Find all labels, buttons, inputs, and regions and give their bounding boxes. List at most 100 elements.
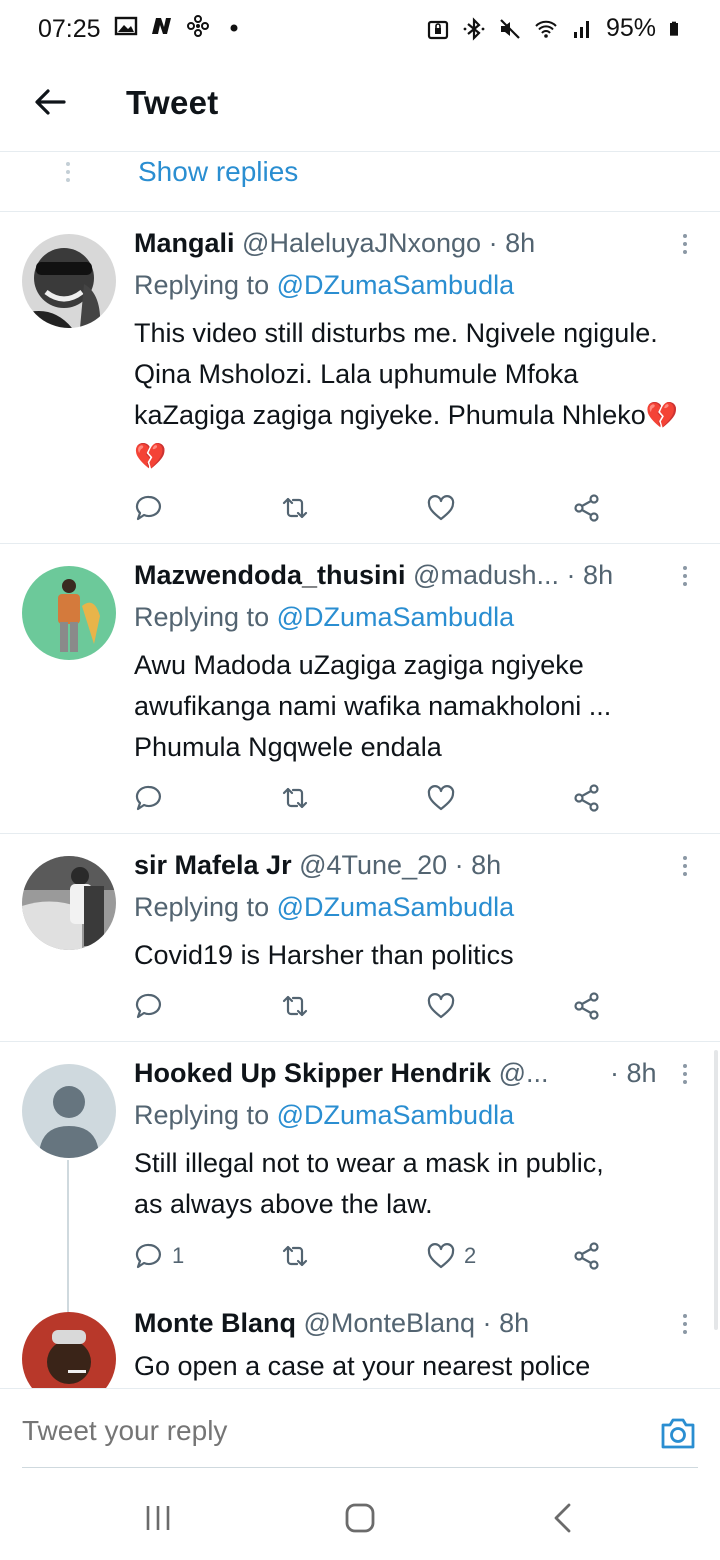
tweet-item[interactable]: Monte Blanq @MonteBlanq · 8h Go open a c… [0, 1292, 720, 1388]
avatar[interactable] [22, 1312, 116, 1388]
heart-icon [427, 495, 455, 521]
share-icon [574, 992, 599, 1020]
like-button[interactable] [426, 488, 464, 528]
reply-icon [135, 993, 161, 1019]
mention-link[interactable]: @DZumaSambudla [277, 1100, 515, 1130]
mention-link[interactable]: @DZumaSambudla [277, 602, 515, 632]
share-icon [574, 784, 599, 812]
user-handle[interactable]: @madush... [413, 560, 559, 590]
tweet-time[interactable]: 8h [499, 1308, 529, 1338]
user-handle[interactable]: @MonteBlanq [304, 1308, 476, 1338]
reply-icon [135, 495, 161, 521]
display-name[interactable]: Hooked Up Skipper Hendrik [134, 1058, 491, 1088]
display-name[interactable]: Monte Blanq [134, 1308, 296, 1338]
avatar[interactable] [22, 856, 116, 950]
more-options-icon[interactable] [680, 234, 690, 264]
retweet-icon [282, 787, 308, 809]
reply-button[interactable] [134, 488, 172, 528]
mention-link[interactable]: @DZumaSambudla [277, 892, 515, 922]
tweet-actions [134, 488, 614, 528]
display-name[interactable]: Mangali [134, 228, 235, 258]
reply-composer [0, 1388, 720, 1468]
separator-dot: · [454, 850, 464, 880]
share-icon [574, 1242, 599, 1270]
heart-icon [427, 1243, 455, 1269]
user-handle[interactable]: @HaleluyaJNxongo [242, 228, 481, 258]
app-header: Tweet [0, 58, 720, 152]
show-replies-link[interactable]: Show replies [138, 156, 298, 188]
more-options-icon[interactable] [680, 856, 690, 886]
display-name[interactable]: sir Mafela Jr [134, 850, 292, 880]
system-nav-bar [0, 1470, 720, 1560]
battery-icon [670, 21, 678, 36]
dot-icon [230, 24, 238, 32]
scrollbar[interactable] [714, 1050, 718, 1330]
reply-icon [135, 785, 161, 811]
tweet-text: Still illegal not to wear a mask in publ… [134, 1148, 604, 1219]
reply-button[interactable] [134, 986, 172, 1026]
heart-icon [427, 785, 455, 811]
share-button[interactable] [572, 986, 602, 1026]
tweet-time[interactable]: 8h [627, 1058, 657, 1088]
battery-percent: 95% [605, 14, 656, 42]
user-handle[interactable]: @4Tune_20 [299, 850, 447, 880]
tweet-item[interactable]: Hooked Up Skipper Hendrik @... · 8h Repl… [0, 1042, 720, 1360]
status-bar: 07:25 95% [0, 0, 720, 58]
retweet-button[interactable] [280, 1236, 318, 1276]
retweet-button[interactable] [280, 488, 318, 528]
reply-button[interactable] [134, 778, 172, 818]
replying-to: Replying to @DZumaSambudla [134, 892, 515, 922]
avatar[interactable] [22, 234, 116, 328]
mute-icon [500, 18, 520, 39]
lock-box-icon [427, 20, 449, 39]
reply-input[interactable] [22, 1415, 383, 1447]
replying-to: Replying to @DZumaSambudla [134, 602, 515, 632]
retweet-button[interactable] [280, 986, 318, 1026]
user-handle[interactable]: @... [499, 1058, 549, 1088]
page-title: Tweet [126, 84, 219, 121]
reply-button[interactable]: 1 [134, 1236, 184, 1276]
tweet-actions [134, 986, 614, 1026]
avatar[interactable] [22, 566, 116, 660]
tweet-text: This video still disturbs me. Ngivele ng… [134, 318, 679, 471]
arrow-left-icon[interactable] [30, 82, 70, 122]
tweet-actions: 1 2 [134, 1236, 614, 1276]
tweet-time[interactable]: 8h [583, 560, 613, 590]
tweet-item[interactable]: Mangali @HaleluyaJNxongo · 8h Replying t… [0, 212, 720, 544]
tweet-time[interactable]: 8h [505, 228, 535, 258]
default-avatar[interactable] [22, 1064, 116, 1158]
reply-count: 1 [172, 1243, 185, 1268]
share-button[interactable] [572, 1236, 602, 1276]
tweet-text: Go open a case at your nearest police [134, 1351, 591, 1381]
share-button[interactable] [572, 488, 602, 528]
tweet-actions [134, 778, 614, 818]
share-icon [574, 494, 599, 522]
more-options-icon[interactable] [680, 1064, 690, 1094]
bluetooth-icon [463, 16, 485, 41]
recent-apps-icon[interactable] [138, 1498, 178, 1538]
more-options-icon[interactable] [680, 1314, 690, 1344]
tweet-item[interactable]: sir Mafela Jr @4Tune_20 · 8h Replying to… [0, 834, 720, 1042]
tweet-item[interactable]: Mazwendoda_thusini @madush... · 8h Reply… [0, 544, 720, 834]
replying-to: Replying to @DZumaSambudla [134, 1100, 515, 1130]
home-icon[interactable] [340, 1498, 380, 1538]
like-button[interactable] [426, 778, 464, 818]
retweet-button[interactable] [280, 778, 318, 818]
tweet-time[interactable]: 8h [471, 850, 501, 880]
like-button[interactable]: 2 [426, 1236, 476, 1276]
like-button[interactable] [426, 986, 464, 1026]
retweet-icon [282, 1245, 308, 1267]
separator-dot: · [566, 560, 576, 590]
mention-link[interactable]: @DZumaSambudla [277, 270, 515, 300]
more-options-icon[interactable] [680, 566, 690, 596]
tweet-text: Awu Madoda uZagiga zagiga ngiyeke awufik… [134, 650, 612, 762]
camera-icon[interactable] [658, 1413, 698, 1453]
reply-icon [135, 1243, 161, 1269]
replying-to: Replying to @DZumaSambudla [134, 270, 515, 300]
share-button[interactable] [572, 778, 602, 818]
display-name[interactable]: Mazwendoda_thusini [134, 560, 406, 590]
back-icon[interactable] [544, 1498, 584, 1538]
tweet-text: Covid19 is Harsher than politics [134, 940, 514, 970]
gallery-icon [114, 16, 138, 36]
retweet-icon [282, 995, 308, 1017]
